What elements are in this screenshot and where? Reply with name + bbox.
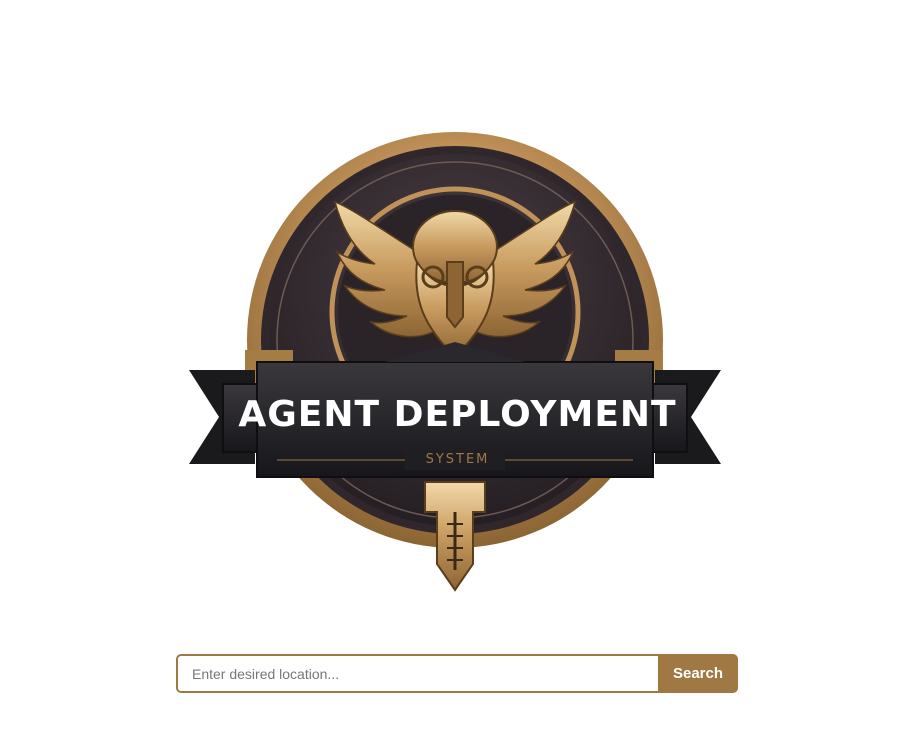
agent-deployment-logo: AGENT DEPLOYMENT SYSTEM bbox=[185, 112, 730, 602]
search-input[interactable] bbox=[176, 654, 658, 693]
page: AGENT DEPLOYMENT SYSTEM Search bbox=[0, 0, 916, 752]
search-bar: Search bbox=[176, 654, 738, 693]
logo-subtitle: SYSTEM bbox=[425, 452, 490, 467]
search-button[interactable]: Search bbox=[658, 654, 738, 693]
logo-title: AGENT DEPLOYMENT bbox=[238, 394, 677, 435]
logo-emblem-icon bbox=[189, 132, 721, 592]
